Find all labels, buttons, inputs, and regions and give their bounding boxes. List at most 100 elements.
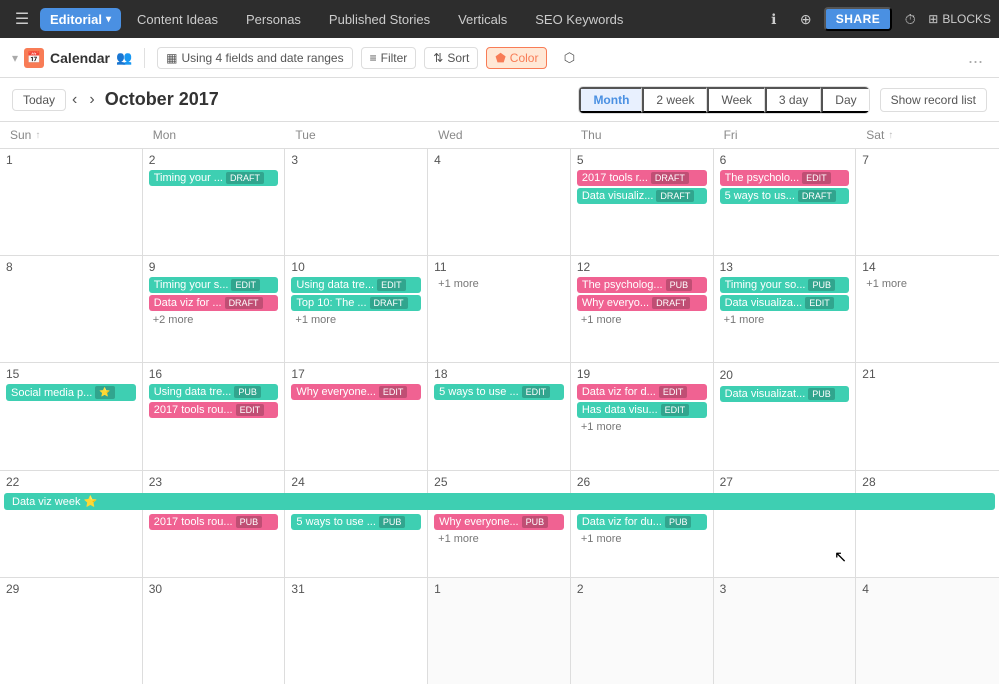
event-3-4-1[interactable]: 5 ways to use ... EDIT <box>434 384 564 400</box>
day-4-5[interactable]: 26Data viz for du... PUB+1 more <box>571 471 714 577</box>
day-2-2[interactable]: 9Timing your s... EDITData viz for ... D… <box>143 256 286 362</box>
day-1-6[interactable]: 6The psycholo... EDIT5 ways to us... DRA… <box>714 149 857 255</box>
event-2-6-2[interactable]: Data visualiza... EDIT <box>720 295 850 311</box>
day-3-5[interactable]: 19Data viz for d... EDITHas data visu...… <box>571 363 714 469</box>
event-2-2-1[interactable]: Timing your s... EDIT <box>149 277 279 293</box>
event-1-6-1[interactable]: The psycholo... EDIT <box>720 170 850 186</box>
color-button[interactable]: ⬟ Color <box>486 47 547 69</box>
day-5-6[interactable]: 3 <box>714 578 857 684</box>
day-4-6[interactable]: 27↖ <box>714 471 857 577</box>
day-3-2[interactable]: 16Using data tre... PUB2017 tools rou...… <box>143 363 286 469</box>
day-2-7[interactable]: 14+1 more <box>856 256 999 362</box>
view-2week-button[interactable]: 2 week <box>642 87 707 113</box>
event-1-5-2[interactable]: Data visualiz... DRAFT <box>577 188 707 204</box>
day-3-1[interactable]: 15Social media p... ⭐ <box>0 363 143 469</box>
day-5-2[interactable]: 30 <box>143 578 286 684</box>
nav-tab-personas[interactable]: Personas <box>234 8 313 31</box>
nav-tab-verticals[interactable]: Verticals <box>446 8 519 31</box>
info-icon[interactable]: ℹ <box>760 5 788 33</box>
day-2-5[interactable]: 12The psycholog... PUBWhy everyо... DRAF… <box>571 256 714 362</box>
day-1-5[interactable]: 52017 tools r... DRAFTData visualiz... D… <box>571 149 714 255</box>
more-button[interactable]: ... <box>964 47 987 68</box>
day-5-5[interactable]: 2 <box>571 578 714 684</box>
day-3-7[interactable]: 21 <box>856 363 999 469</box>
nav-tab-content-ideas[interactable]: Content Ideas <box>125 8 230 31</box>
plus-icon[interactable]: ⊕ <box>792 5 820 33</box>
event-2-3-1[interactable]: Using data tre... EDIT <box>291 277 421 293</box>
event-1-6-2[interactable]: 5 ways to us... DRAFT <box>720 188 850 204</box>
share-button[interactable]: SHARE <box>824 7 893 31</box>
view-day-button[interactable]: Day <box>821 87 868 113</box>
today-button[interactable]: Today <box>12 89 66 111</box>
event-3-2-1[interactable]: Using data tre... PUB <box>149 384 279 400</box>
view-month-button[interactable]: Month <box>579 87 642 113</box>
more-events-link[interactable]: +1 more <box>434 277 564 291</box>
external-link-icon[interactable]: ⬡ <box>555 44 583 72</box>
more-events-link[interactable]: +1 more <box>720 313 850 327</box>
day-1-3[interactable]: 3 <box>285 149 428 255</box>
day-5-3[interactable]: 31 <box>285 578 428 684</box>
day-4-7[interactable]: 28 <box>856 471 999 577</box>
event-1-2-1[interactable]: Timing your ... DRAFT <box>149 170 279 186</box>
day-4-1[interactable]: 22 <box>0 471 143 577</box>
day-1-7[interactable]: 7 <box>856 149 999 255</box>
toggle-icon[interactable]: ▾ <box>12 51 18 65</box>
more-events-link[interactable]: +1 more <box>862 277 993 291</box>
day-2-3[interactable]: 10Using data tre... EDITTop 10: The ... … <box>285 256 428 362</box>
day-1-1[interactable]: 1 <box>0 149 143 255</box>
app-name-button[interactable]: Editorial ▾ <box>40 8 121 31</box>
history-icon[interactable]: ⏱ <box>896 5 924 33</box>
day-1-2[interactable]: 2Timing your ... DRAFT <box>143 149 286 255</box>
day-2-4[interactable]: 11+1 more <box>428 256 571 362</box>
event-3-3-1[interactable]: Why everyone... EDIT <box>291 384 421 400</box>
show-record-list-button[interactable]: Show record list <box>880 88 987 112</box>
event-2-5-1[interactable]: The psycholog... PUB <box>577 277 707 293</box>
hamburger-icon[interactable]: ☰ <box>8 5 36 33</box>
view-3day-button[interactable]: 3 day <box>765 87 821 113</box>
event-4-4-1[interactable]: Why everyone... PUB <box>434 514 564 530</box>
event-2-5-2[interactable]: Why everyо... DRAFT <box>577 295 707 311</box>
prev-month-button[interactable]: ‹ <box>66 91 83 109</box>
event-2-6-1[interactable]: Timing your so... PUB <box>720 277 850 293</box>
event-2-2-2[interactable]: Data viz for ... DRAFT <box>149 295 279 311</box>
day-5-1[interactable]: 29 <box>0 578 143 684</box>
more-events-link[interactable]: +1 more <box>577 313 707 327</box>
more-events-link[interactable]: +1 more <box>577 532 707 546</box>
nav-tab-seo[interactable]: SEO Keywords <box>523 8 635 31</box>
view-week-button[interactable]: Week <box>707 87 764 113</box>
day-4-3[interactable]: 245 ways to use ... PUB <box>285 471 428 577</box>
day-1-4[interactable]: 4 <box>428 149 571 255</box>
day-5-4[interactable]: 1 <box>428 578 571 684</box>
sort-button[interactable]: ⇅ Sort <box>424 47 478 69</box>
day-3-3[interactable]: 17Why everyone... EDIT <box>285 363 428 469</box>
day-5-7[interactable]: 4 <box>856 578 999 684</box>
event-4-5-1[interactable]: Data viz for du... PUB <box>577 514 707 530</box>
event-3-6-1[interactable]: Data visualizat... PUB <box>720 386 850 402</box>
event-3-5-2[interactable]: Has data visu... EDIT <box>577 402 707 418</box>
more-events-link[interactable]: +1 more <box>434 532 564 546</box>
blocks-button[interactable]: ⊞ BLOCKS <box>928 12 991 26</box>
more-events-link[interactable]: +1 more <box>577 420 707 434</box>
event-4-3-1[interactable]: 5 ways to use ... PUB <box>291 514 421 530</box>
team-icon[interactable]: 👥 <box>116 50 132 66</box>
span-event[interactable]: Data viz week ⭐ <box>4 493 995 510</box>
event-3-2-2[interactable]: 2017 tools rou... EDIT <box>149 402 279 418</box>
day-4-4[interactable]: 25Why everyone... PUB+1 more <box>428 471 571 577</box>
dow-sort-icon-sat[interactable]: ↑ <box>888 130 893 141</box>
day-3-6[interactable]: 20+Data visualizat... PUB <box>714 363 857 469</box>
event-2-3-2[interactable]: Top 10: The ... DRAFT <box>291 295 421 311</box>
fields-button[interactable]: ▦ Using 4 fields and date ranges <box>157 47 352 69</box>
day-2-6[interactable]: 13Timing your so... PUBData visualiza...… <box>714 256 857 362</box>
event-3-1-1[interactable]: Social media p... ⭐ <box>6 384 136 401</box>
event-4-2-1[interactable]: 2017 tools rou... PUB <box>149 514 279 530</box>
next-month-button[interactable]: › <box>83 91 100 109</box>
nav-tab-published-stories[interactable]: Published Stories <box>317 8 442 31</box>
day-2-1[interactable]: 8 <box>0 256 143 362</box>
day-4-2[interactable]: 232017 tools rou... PUB <box>143 471 286 577</box>
event-3-5-1[interactable]: Data viz for d... EDIT <box>577 384 707 400</box>
event-1-5-1[interactable]: 2017 tools r... DRAFT <box>577 170 707 186</box>
dow-sort-icon-sun[interactable]: ↑ <box>35 130 40 141</box>
filter-button[interactable]: ≡ Filter <box>361 47 417 69</box>
more-events-link[interactable]: +1 more <box>291 313 421 327</box>
day-3-4[interactable]: 185 ways to use ... EDIT <box>428 363 571 469</box>
